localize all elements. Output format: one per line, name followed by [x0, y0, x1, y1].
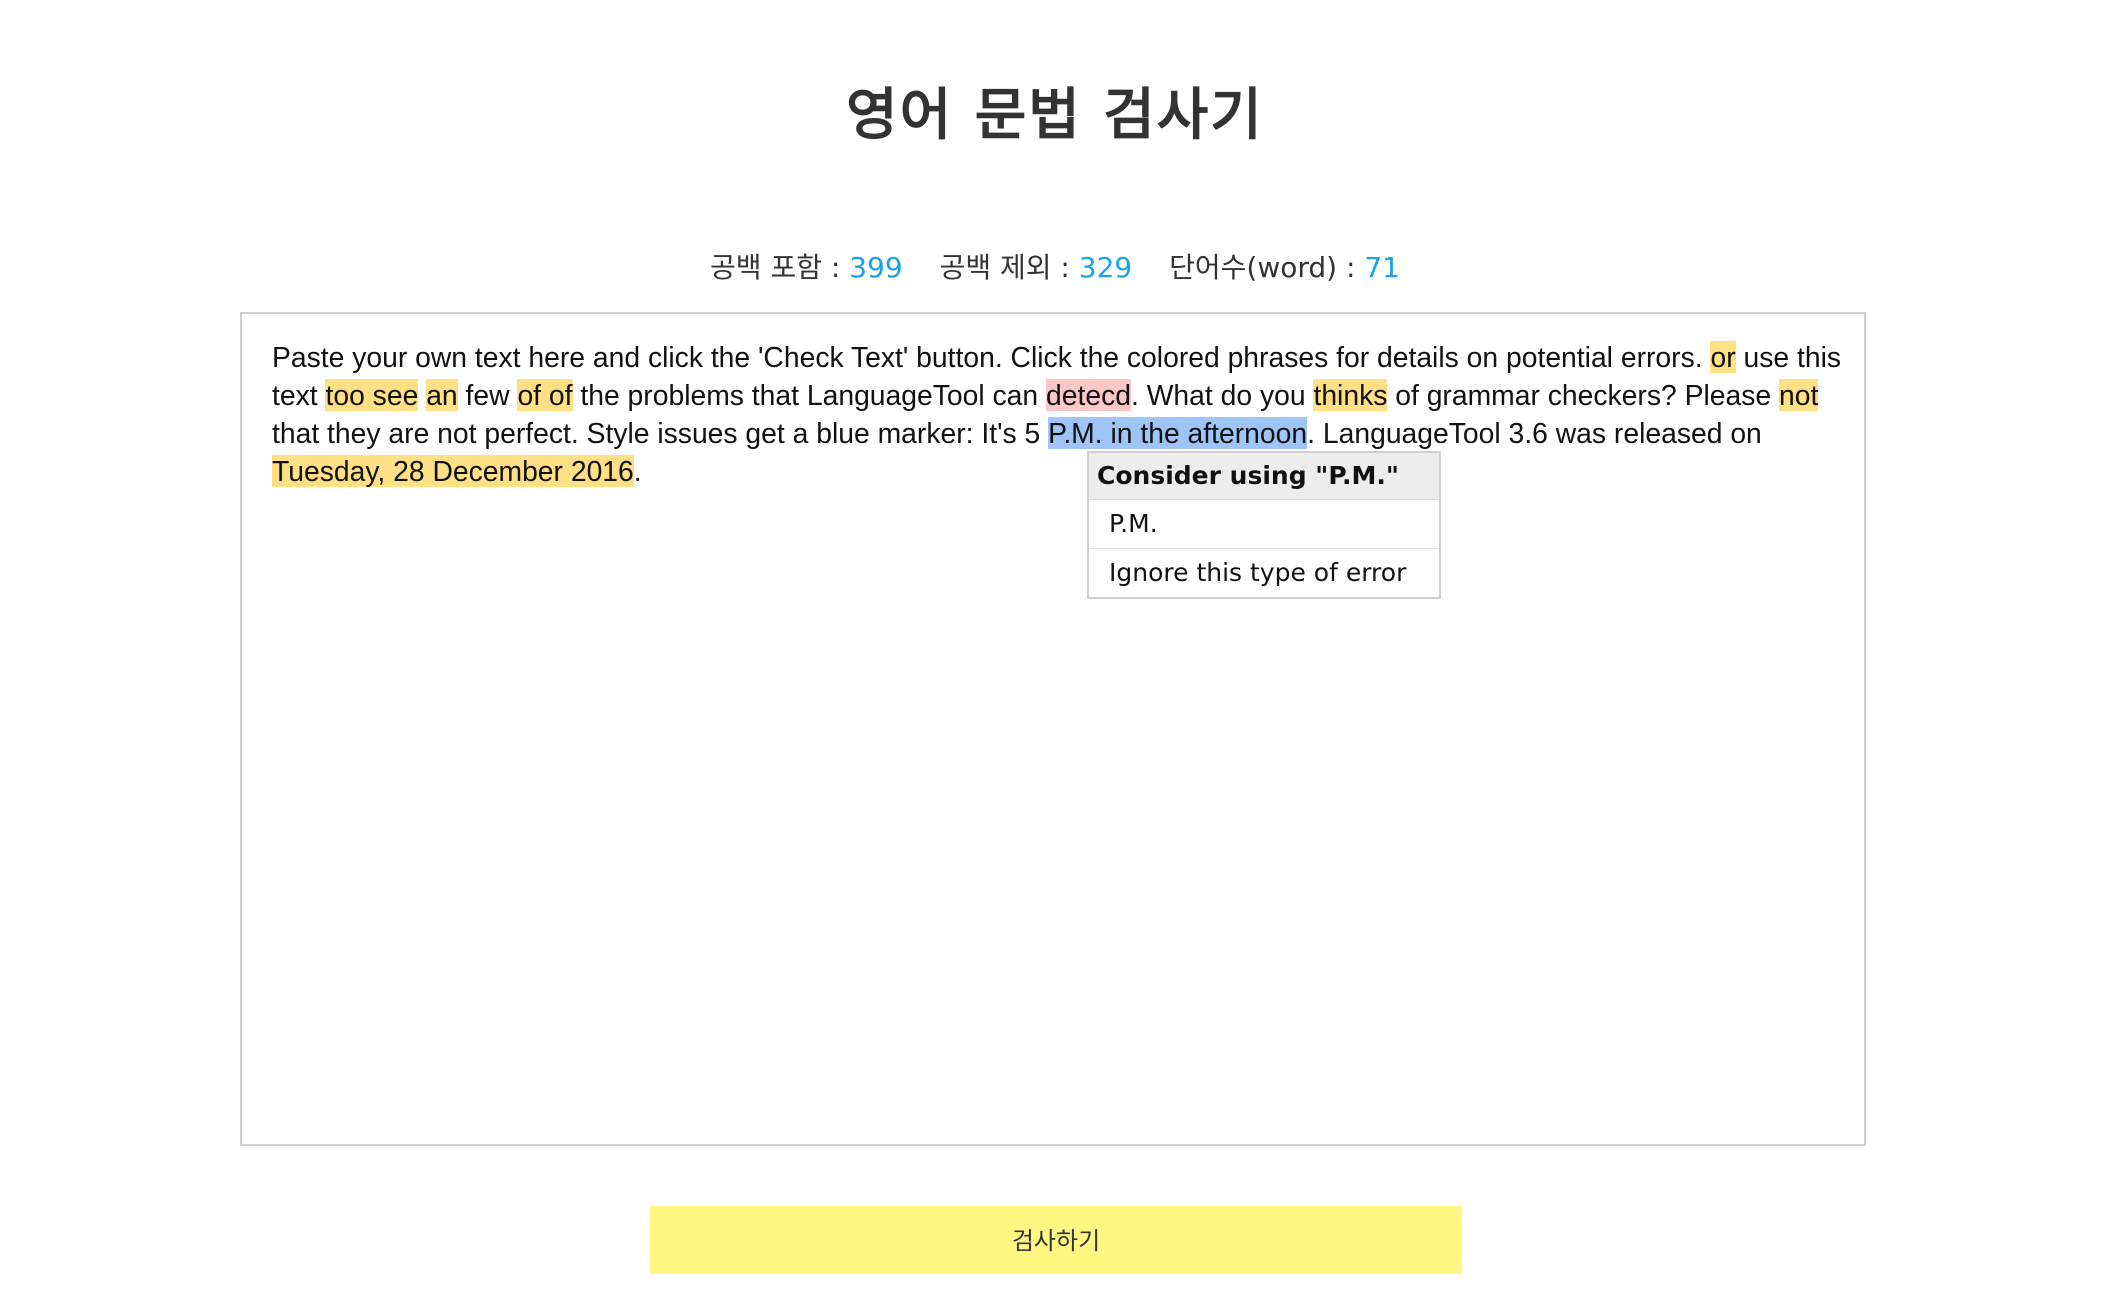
ignore-error-option[interactable]: Ignore this type of error — [1089, 549, 1439, 597]
yellow-error-marker[interactable]: Tuesday, 28 December 2016 — [272, 455, 634, 487]
text-segment: Paste your own text here and click the '… — [272, 341, 1711, 373]
text-segment: . — [633, 455, 642, 487]
popup-header: Consider using "P.M." — [1089, 453, 1439, 500]
suggestion-popup: Consider using "P.M." P.M. Ignore this t… — [1087, 451, 1441, 599]
stat-with-spaces-value: 399 — [849, 251, 903, 284]
yellow-error-marker[interactable]: thinks — [1313, 379, 1388, 411]
stat-without-spaces-value: 329 — [1078, 251, 1133, 284]
stat-with-spaces-label: 공백 포함 : — [710, 251, 841, 284]
yellow-error-marker[interactable]: too see — [325, 379, 419, 411]
page: 영어 문법 검사기 공백 포함 : 399 공백 제외 : 329 단어수(wo… — [0, 0, 2110, 1302]
char-count-stats: 공백 포함 : 399 공백 제외 : 329 단어수(word) : 71 — [0, 246, 2110, 286]
yellow-error-marker[interactable]: an — [426, 379, 458, 411]
text-editor[interactable]: Paste your own text here and click the '… — [240, 312, 1866, 1146]
text-segment: . LanguageTool 3.6 was released on — [1307, 417, 1762, 449]
yellow-error-marker[interactable]: of of — [517, 379, 573, 411]
red-error-marker[interactable]: detecd — [1046, 379, 1131, 411]
text-segment: of grammar checkers? Please — [1387, 379, 1779, 411]
editor-content[interactable]: Paste your own text here and click the '… — [272, 338, 1842, 490]
text-segment: that they are not perfect. Style issues … — [272, 417, 1049, 449]
blue-error-marker[interactable]: P.M. in the afternoon — [1048, 417, 1308, 449]
stat-word-count: 단어수(word) : 71 — [1169, 246, 1400, 286]
text-segment: the problems that LanguageTool can — [572, 379, 1047, 411]
yellow-error-marker[interactable]: not — [1778, 379, 1819, 411]
page-title: 영어 문법 검사기 — [846, 83, 1264, 148]
text-segment — [418, 379, 426, 411]
stat-with-spaces: 공백 포함 : 399 — [710, 246, 903, 286]
text-segment: few — [457, 379, 518, 411]
suggestion-option[interactable]: P.M. — [1089, 500, 1439, 549]
stat-without-spaces-label: 공백 제외 : — [939, 251, 1070, 284]
stat-without-spaces: 공백 제외 : 329 — [940, 246, 1133, 286]
stat-word-count-value: 71 — [1364, 251, 1400, 284]
text-segment: . What do you — [1131, 379, 1314, 411]
check-text-button[interactable]: 검사하기 — [650, 1206, 1462, 1274]
yellow-error-marker[interactable]: or — [1710, 341, 1736, 373]
stat-word-count-label: 단어수(word) : — [1169, 251, 1356, 284]
